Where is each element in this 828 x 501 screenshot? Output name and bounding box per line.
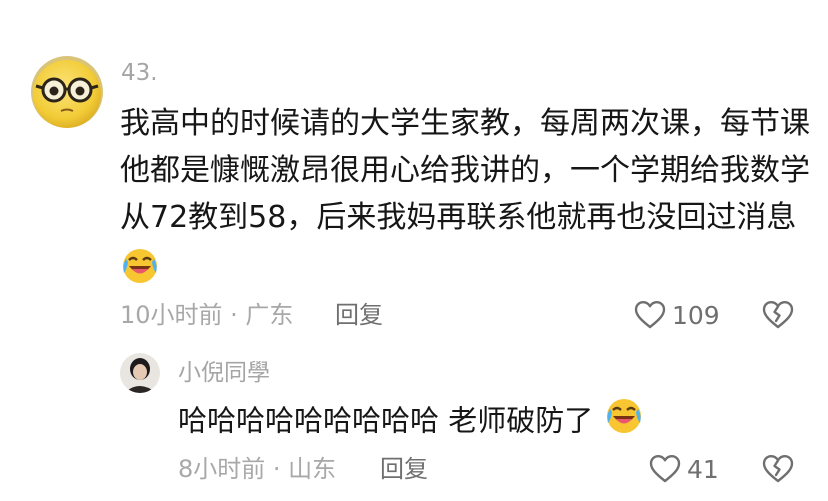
comment-text-line: 我高中的时候请的大学生家教，每周两次课，每节课 xyxy=(120,106,810,141)
comment-username[interactable]: 43. xyxy=(121,58,158,88)
reply-meta: 8小时前 · 山东 xyxy=(178,452,336,486)
comment-text-line: 他都是慷慨激昂很用心给我讲的，一个学期给我数学 xyxy=(120,153,810,188)
person-avatar-icon xyxy=(120,353,160,393)
reply-reply-button[interactable]: 回复 xyxy=(380,455,428,483)
comment-text-line: 从72教到58，后来我妈再联系他就再也没回过消息 xyxy=(120,200,797,235)
like-button[interactable]: 109 xyxy=(634,298,720,332)
reply-user-avatar[interactable] xyxy=(120,353,160,393)
comment-meta: 10小时前 · 广东 xyxy=(120,298,293,332)
reply-like-button[interactable]: 41 xyxy=(649,452,719,486)
glasses-face-avatar-icon xyxy=(31,56,103,128)
comment-time-location: 10小时前 · 广东 xyxy=(120,301,294,329)
reply-username[interactable]: 小倪同學 xyxy=(178,358,270,388)
broken-heart-icon xyxy=(762,301,794,329)
reply-reply-wrap: 回复 xyxy=(380,452,428,486)
heart-icon xyxy=(649,455,681,483)
reply-dislike-button[interactable] xyxy=(762,454,794,488)
dislike-button[interactable] xyxy=(762,300,794,334)
broken-heart-icon xyxy=(762,455,794,483)
reply-text: 哈哈哈哈哈哈哈哈哈 老师破防了 xyxy=(178,403,594,438)
comment-section: 43. 我高中的时候请的大学生家教，每周两次课，每节课 他都是慷慨激昂很用心给我… xyxy=(0,0,828,501)
comment-emoji-line xyxy=(120,241,810,288)
heart-icon xyxy=(634,301,666,329)
reply-like-count: 41 xyxy=(687,454,719,484)
laughing-crying-emoji-icon xyxy=(120,241,160,299)
like-count: 109 xyxy=(672,300,720,330)
reply-body: 哈哈哈哈哈哈哈哈哈 老师破防了 xyxy=(178,399,644,446)
reply-time-location: 8小时前 · 山东 xyxy=(178,455,337,483)
user-avatar[interactable] xyxy=(31,56,103,128)
comment-body: 我高中的时候请的大学生家教，每周两次课，每节课 他都是慷慨激昂很用心给我讲的，一… xyxy=(120,100,810,288)
laughing-crying-emoji-icon xyxy=(602,399,644,446)
comment-reply-wrap: 回复 xyxy=(335,298,383,332)
reply-button[interactable]: 回复 xyxy=(335,301,383,329)
